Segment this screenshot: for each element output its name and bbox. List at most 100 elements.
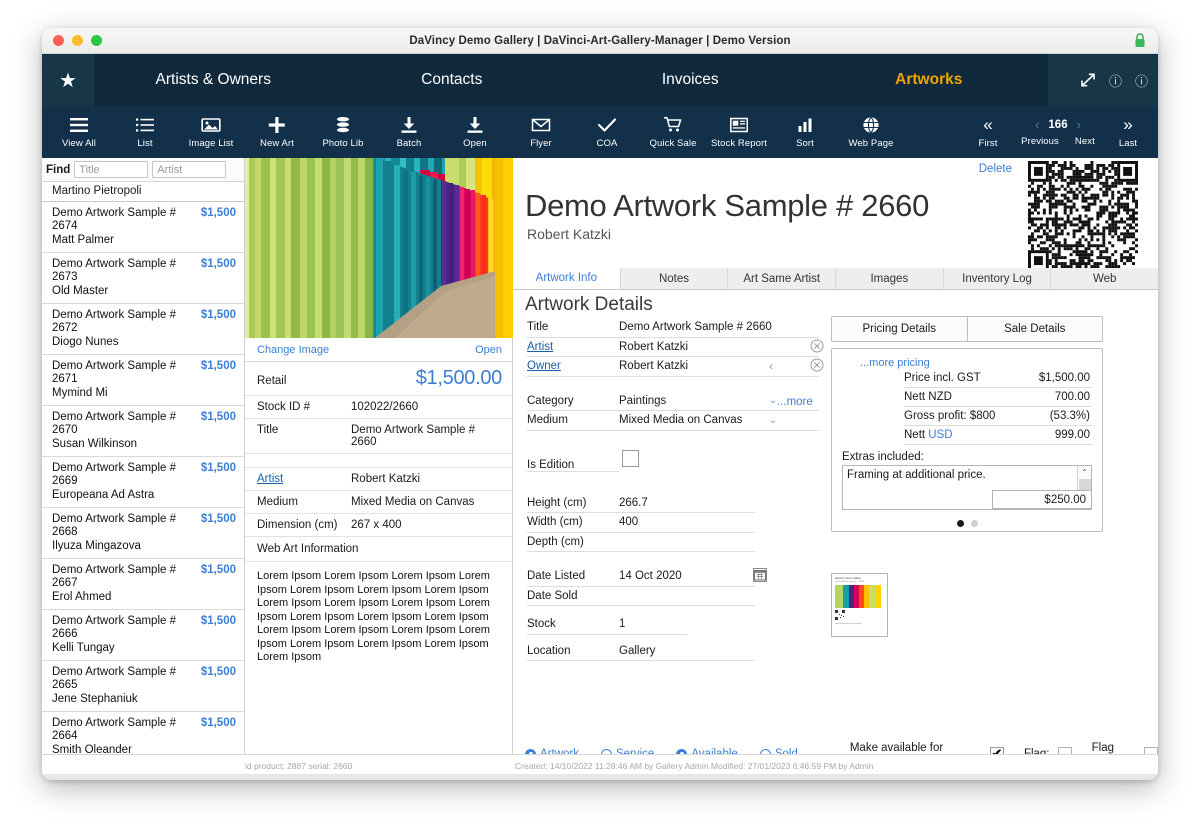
list-item[interactable]: Demo Artwork Sample # 2674Matt Palmer$1,… (42, 202, 244, 253)
toolbar-button-quick-sale[interactable]: Quick Sale (640, 115, 706, 149)
extras-amount-field[interactable]: $250.00 (992, 490, 1092, 509)
nav-first-button[interactable]: « First (964, 115, 1012, 149)
footer-audit-info: Created: 14/10/2022 11:28:46 AM by Galle… (515, 761, 874, 771)
field-location[interactable]: Location Gallery (527, 642, 755, 662)
nav-next-label[interactable]: Next (1075, 136, 1095, 147)
list-item-price: $1,500 (201, 207, 236, 219)
tab-images[interactable]: Images (836, 268, 944, 289)
toolbar-button-sort[interactable]: Sort (772, 115, 838, 149)
tab-pricing-details[interactable]: Pricing Details (832, 317, 967, 341)
scroll-up-arrow-icon[interactable]: ⌃ (1081, 466, 1088, 478)
usd-link[interactable]: USD (928, 429, 952, 441)
search-input-title[interactable]: Title (74, 161, 148, 178)
more-pricing-link[interactable]: ...more pricing (860, 357, 1092, 369)
list-item[interactable]: Demo Artwork Sample # 2667Erol Ahmed$1,5… (42, 559, 244, 610)
list-item[interactable]: Demo Artwork Sample # 2670Susan Wilkinso… (42, 406, 244, 457)
preview-dimension-value: 267 x 400 (351, 519, 402, 531)
chevron-left-icon[interactable]: ‹ (769, 359, 773, 373)
clear-owner-icon[interactable] (810, 358, 824, 372)
nav-last-button[interactable]: » Last (1104, 115, 1152, 149)
list-item[interactable]: Demo Artwork Sample # 2666Kelli Tungay$1… (42, 610, 244, 661)
chevron-right-icon[interactable]: › (1077, 117, 1081, 132)
toolbar-button-open[interactable]: Open (442, 115, 508, 149)
tab-notes[interactable]: Notes (621, 268, 729, 289)
toolbar-button-view-all[interactable]: View All (46, 115, 112, 149)
chevron-left-icon[interactable]: ‹ (1035, 117, 1039, 132)
change-image-link[interactable]: Change Image (257, 344, 329, 356)
tab-label: Images (870, 273, 908, 285)
chevron-down-icon[interactable]: ⌄ (769, 415, 777, 426)
list-item-partial-top[interactable]: Martino Pietropoli (42, 182, 244, 202)
chevron-down-icon[interactable]: ⌄ (769, 395, 777, 406)
nav-item-artists-owners[interactable]: Artists & Owners (94, 54, 333, 106)
calendar-icon[interactable] (753, 568, 767, 582)
toolbar-button-batch[interactable]: Batch (376, 115, 442, 149)
field-category[interactable]: Category Paintings ⌄ (527, 392, 819, 412)
list-item[interactable]: Demo Artwork Sample # 2673Old Master$1,5… (42, 253, 244, 304)
expand-arrows-icon[interactable] (1080, 72, 1096, 88)
nav-previous-label[interactable]: Previous (1021, 136, 1059, 147)
preview-artist-link[interactable]: Artist (257, 473, 351, 485)
artwork-list[interactable]: Demo Artwork Sample # 2674Matt Palmer$1,… (42, 202, 244, 780)
thumbnail-artwork-image (835, 585, 881, 608)
field-depth[interactable]: Depth (cm) (527, 533, 755, 553)
field-artist[interactable]: Artist Robert Katzki (527, 338, 819, 358)
more-fields-link[interactable]: ...more (777, 396, 813, 408)
star-icon[interactable]: ★ (42, 54, 94, 106)
field-value: Demo Artwork Sample # 2660 (619, 321, 772, 333)
delete-link[interactable]: Delete (979, 163, 1012, 175)
pricing-label: Nett NZD (904, 391, 952, 403)
list-item[interactable]: Demo Artwork Sample # 2668Ilyuza Mingazo… (42, 508, 244, 559)
search-input-artist[interactable]: Artist (152, 161, 226, 178)
info-circle-icon[interactable]: ⓘ (1109, 71, 1122, 90)
list-icon (135, 115, 155, 134)
list-item[interactable]: Demo Artwork Sample # 2665Jene Stephaniu… (42, 661, 244, 712)
clear-artist-icon[interactable] (810, 339, 824, 353)
tab-inventory-log[interactable]: Inventory Log (944, 268, 1052, 289)
nav-item-invoices[interactable]: Invoices (571, 54, 810, 106)
pricing-value: 999.00 (1055, 429, 1090, 441)
field-date-sold[interactable]: Date Sold (527, 587, 755, 607)
toolbar-button-web-page[interactable]: Web Page (838, 115, 904, 149)
field-title[interactable]: Title Demo Artwork Sample # 2660 (527, 318, 819, 338)
record-counter-row: ‹ 166 › (1035, 117, 1081, 132)
thumbnail-meta-text: Demo Artwork Sample # 2660 (835, 581, 884, 583)
toolbar-button-stock-report[interactable]: Stock Report (706, 115, 772, 149)
toolbar-button-image-list[interactable]: Image List (178, 115, 244, 149)
field-is-edition[interactable]: Is Edition (527, 446, 819, 472)
field-owner[interactable]: Owner Robert Katzki ‹ (527, 357, 819, 377)
tab-sale-details[interactable]: Sale Details (967, 317, 1103, 341)
list-item-price: $1,500 (201, 615, 236, 627)
thumbnail-footer-text: www.demo-gallery.example (835, 623, 884, 625)
open-image-link[interactable]: Open (475, 344, 502, 356)
list-item[interactable]: Demo Artwork Sample # 2671Mymind Mi$1,50… (42, 355, 244, 406)
field-stock[interactable]: Stock 1 (527, 615, 687, 635)
field-label-artist-link[interactable]: Artist (527, 341, 619, 353)
pager-dot[interactable] (971, 520, 978, 527)
field-label-owner-link[interactable]: Owner (527, 360, 619, 372)
toolbar-button-coa[interactable]: COA (574, 115, 640, 149)
list-item[interactable]: Demo Artwork Sample # 2669Europeana Ad A… (42, 457, 244, 508)
field-value: 266.7 (619, 497, 648, 509)
info-circle-icon-secondary[interactable]: ⓘ (1135, 71, 1148, 90)
tab-artwork-info[interactable]: Artwork Info (513, 268, 621, 289)
flyer-thumbnail[interactable]: DaVincy Demo Gallery Demo Artwork Sample… (831, 573, 888, 637)
pager-dot-active[interactable] (957, 520, 964, 527)
field-medium[interactable]: Medium Mixed Media on Canvas ⌄ (527, 411, 819, 431)
toolbar-button-photo-lib[interactable]: Photo Lib (310, 115, 376, 149)
tab-web[interactable]: Web (1051, 268, 1158, 289)
toolbar-label: Image List (189, 138, 234, 149)
field-width[interactable]: Width (cm) 400 (527, 513, 755, 533)
nav-item-contacts[interactable]: Contacts (333, 54, 572, 106)
is-edition-checkbox[interactable] (622, 450, 639, 467)
artwork-image[interactable] (245, 158, 513, 338)
toolbar-button-list[interactable]: List (112, 115, 178, 149)
list-item[interactable]: Demo Artwork Sample # 2672Diogo Nunes$1,… (42, 304, 244, 355)
toolbar-button-flyer[interactable]: Flyer (508, 115, 574, 149)
field-date-listed[interactable]: Date Listed 14 Oct 2020 (527, 567, 755, 587)
list-item-artist: Erol Ahmed (52, 590, 236, 604)
toolbar-button-new-art[interactable]: New Art (244, 115, 310, 149)
tab-art-same-artist[interactable]: Art Same Artist (728, 268, 836, 289)
field-height[interactable]: Height (cm) 266.7 (527, 494, 755, 514)
nav-item-artworks[interactable]: Artworks (810, 54, 1049, 106)
